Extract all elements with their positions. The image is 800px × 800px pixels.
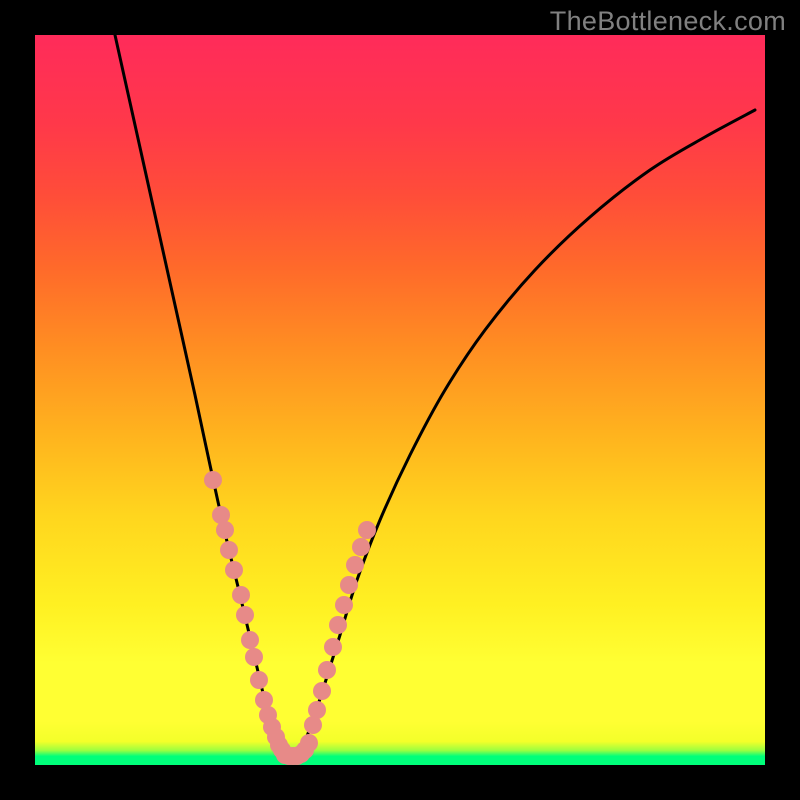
data-dot [204, 471, 222, 489]
data-dot [346, 556, 364, 574]
data-dot [241, 631, 259, 649]
data-dot [216, 521, 234, 539]
data-dot [250, 671, 268, 689]
dots-right-cluster [304, 521, 376, 734]
data-dot [300, 734, 318, 752]
dots-left-cluster [204, 471, 291, 759]
data-dot [313, 682, 331, 700]
data-dot [352, 538, 370, 556]
data-dot [232, 586, 250, 604]
data-dot [324, 638, 342, 656]
data-dot [236, 606, 254, 624]
data-dot [340, 576, 358, 594]
data-dot [335, 596, 353, 614]
data-dot [308, 701, 326, 719]
chart-svg [35, 35, 765, 765]
data-dot [245, 648, 263, 666]
data-dot [220, 541, 238, 559]
bottleneck-curve [115, 35, 755, 757]
plot-area [35, 35, 765, 765]
watermark-text: TheBottleneck.com [550, 6, 786, 37]
data-dot [329, 616, 347, 634]
data-dot [225, 561, 243, 579]
chart-frame: TheBottleneck.com [0, 0, 800, 800]
data-dot [318, 661, 336, 679]
data-dot [358, 521, 376, 539]
